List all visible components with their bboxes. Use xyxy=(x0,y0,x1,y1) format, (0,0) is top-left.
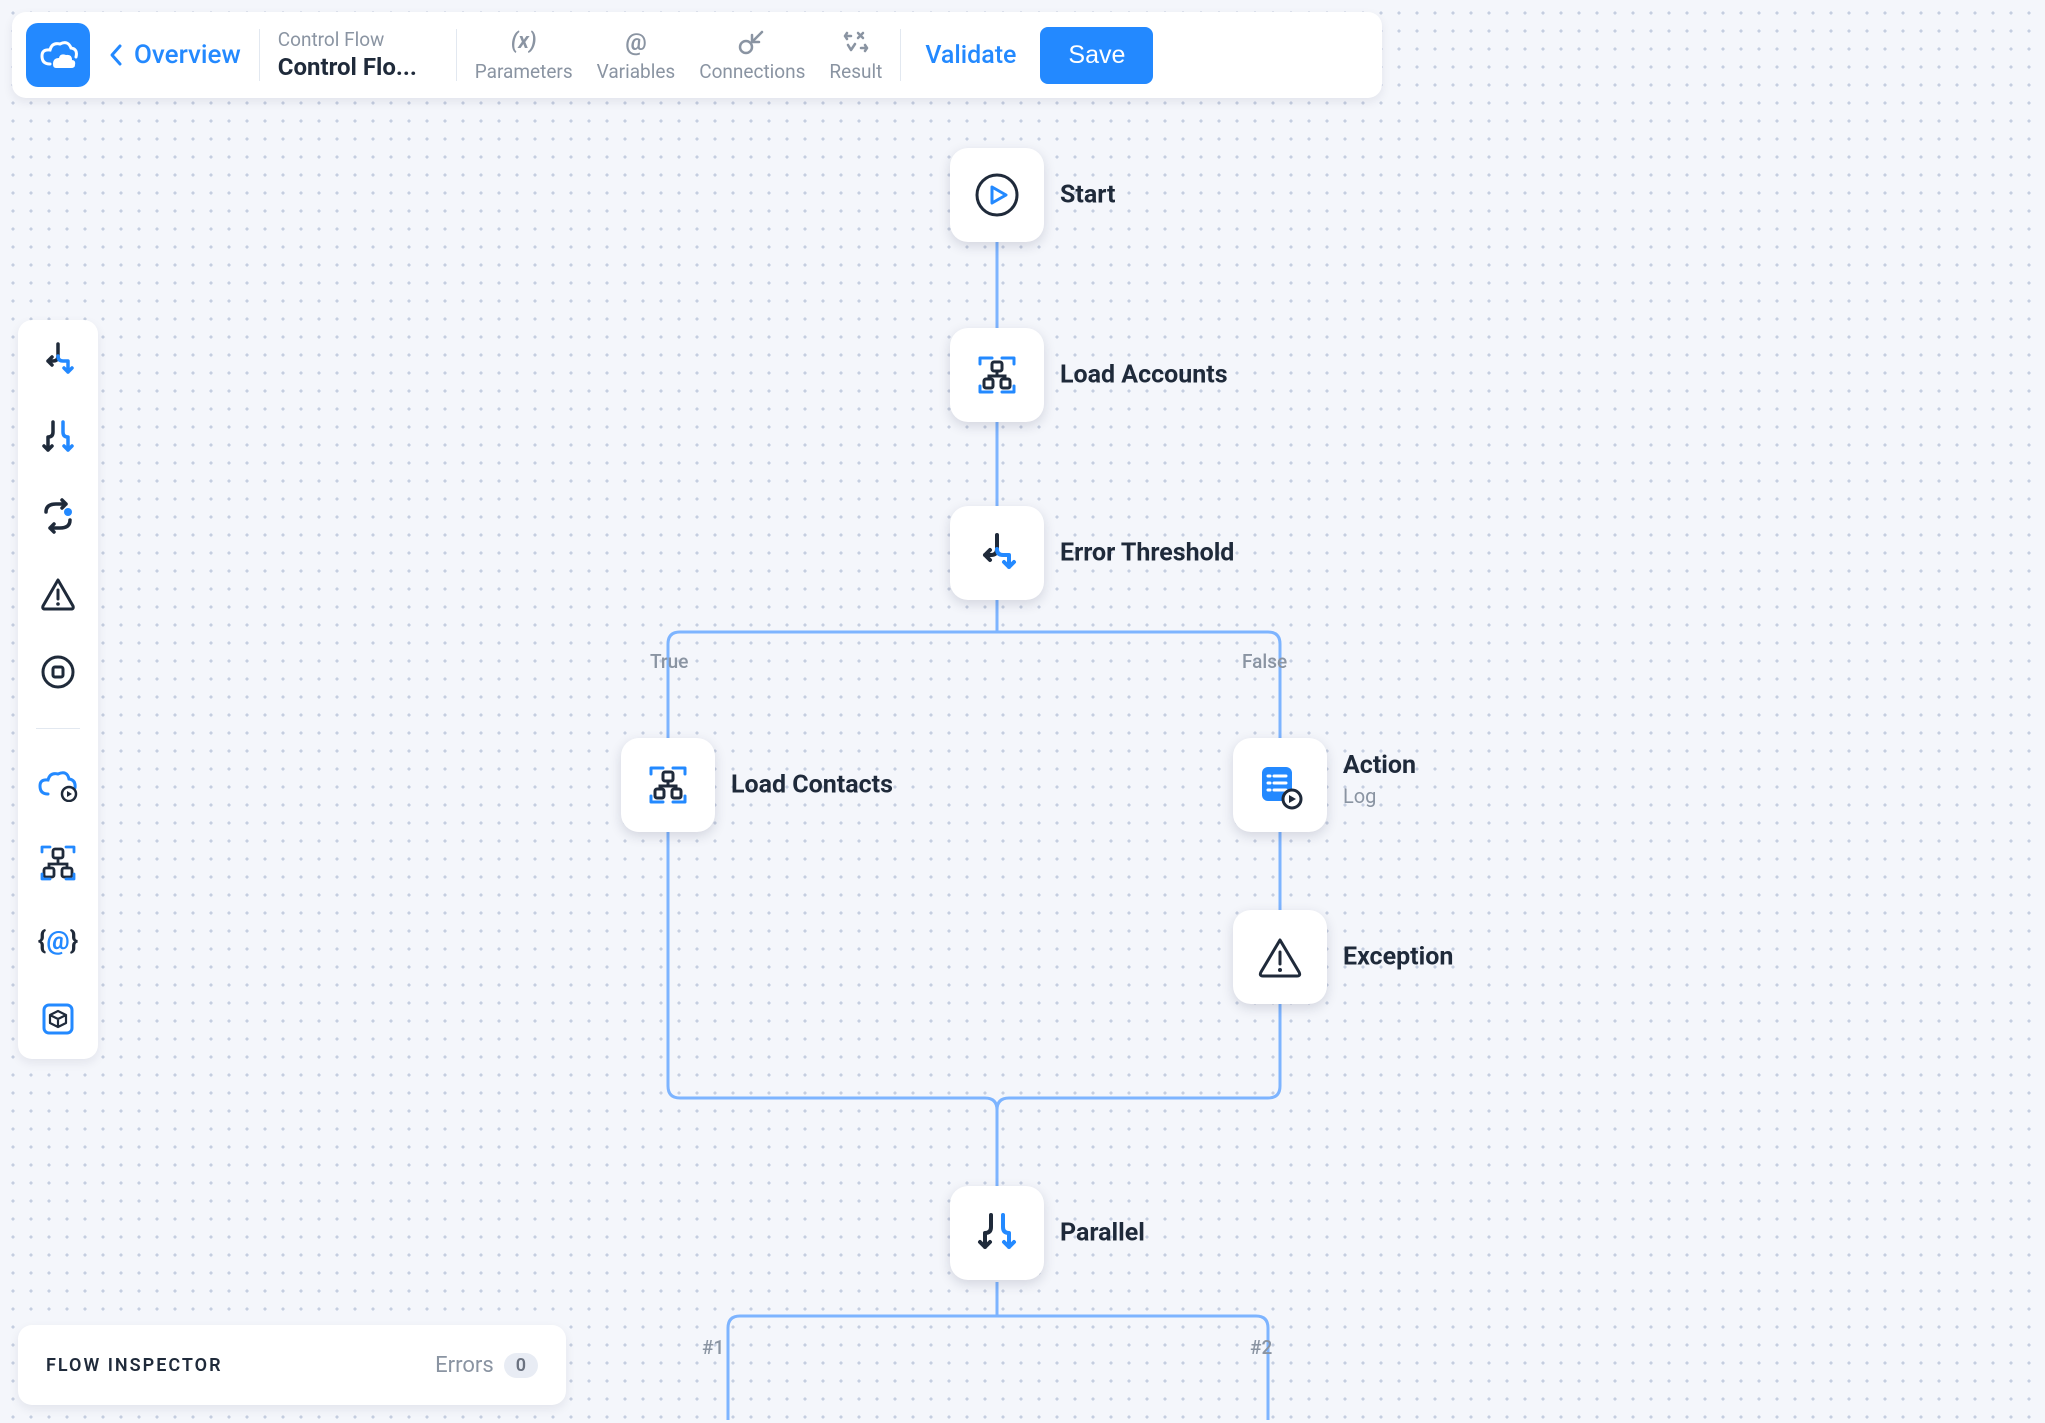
node-error-threshold[interactable]: Error Threshold xyxy=(950,506,1044,600)
node-action[interactable]: Action Log xyxy=(1233,738,1327,832)
loop-icon xyxy=(38,496,78,536)
palette-loop[interactable] xyxy=(36,494,80,538)
parameters-icon: (x) xyxy=(511,28,537,56)
toolbar-actions: (x) Parameters @ Variables Connections R… xyxy=(475,28,883,83)
org-chart-icon xyxy=(39,844,77,882)
parallel-icon xyxy=(971,1207,1023,1259)
divider xyxy=(456,29,457,81)
node-label: Error Threshold xyxy=(1060,539,1234,568)
branch-label-2: #2 xyxy=(1250,1336,1272,1359)
org-chart-icon xyxy=(972,350,1022,400)
branch-label-1: #1 xyxy=(702,1336,724,1359)
warning-icon xyxy=(39,575,77,613)
breadcrumb-title: Control Flo... xyxy=(278,52,438,82)
inspector-errors[interactable]: Errors 0 xyxy=(435,1353,538,1378)
org-chart-icon xyxy=(643,760,693,810)
result-icon xyxy=(841,28,871,56)
cloud-icon xyxy=(38,40,78,70)
node-parallel[interactable]: Parallel xyxy=(950,1186,1044,1280)
connections-icon xyxy=(738,28,766,56)
action-parameters[interactable]: (x) Parameters xyxy=(475,28,573,83)
breadcrumb[interactable]: Control Flow Control Flo... xyxy=(278,28,438,82)
palette-conditional[interactable] xyxy=(36,338,80,382)
variables-icon: @ xyxy=(625,28,647,56)
overview-label: Overview xyxy=(134,40,241,70)
start-icon xyxy=(972,170,1022,220)
palette-exception[interactable] xyxy=(36,572,80,616)
conditional-icon xyxy=(38,340,78,380)
palette-variable[interactable]: {@} xyxy=(36,919,80,963)
node-label: Load Contacts xyxy=(731,771,893,800)
action-result[interactable]: Result xyxy=(829,28,882,83)
errors-label: Errors xyxy=(435,1353,494,1378)
stop-icon xyxy=(39,653,77,691)
validate-button[interactable]: Validate xyxy=(925,41,1016,70)
flow-inspector[interactable]: FLOW INSPECTOR Errors 0 xyxy=(18,1325,566,1405)
palette-tenant[interactable] xyxy=(36,841,80,885)
errors-count-badge: 0 xyxy=(504,1353,538,1378)
node-sublabel: Log xyxy=(1343,784,1416,808)
breadcrumb-category: Control Flow xyxy=(278,28,438,52)
palette-cloud-run[interactable] xyxy=(36,763,80,807)
app-logo[interactable] xyxy=(26,23,90,87)
node-load-contacts[interactable]: Load Contacts xyxy=(621,738,715,832)
overview-link[interactable]: Overview xyxy=(108,40,241,70)
palette-divider xyxy=(36,728,80,729)
cloud-run-icon xyxy=(37,768,79,802)
inspector-title: FLOW INSPECTOR xyxy=(46,1355,223,1376)
conditional-icon xyxy=(971,527,1023,579)
action-variables[interactable]: @ Variables xyxy=(597,28,676,83)
package-icon xyxy=(39,1000,77,1038)
node-label: Load Accounts xyxy=(1060,361,1228,390)
divider xyxy=(900,29,901,81)
action-connections[interactable]: Connections xyxy=(699,28,805,83)
node-label: Parallel xyxy=(1060,1219,1145,1248)
warning-icon xyxy=(1255,932,1305,982)
node-start[interactable]: Start xyxy=(950,148,1044,242)
node-label: Start xyxy=(1060,181,1115,210)
palette-package[interactable] xyxy=(36,997,80,1041)
save-button[interactable]: Save xyxy=(1040,27,1153,84)
action-log-icon xyxy=(1254,759,1306,811)
branch-label-false: False xyxy=(1242,650,1287,673)
node-label: Action Log xyxy=(1343,751,1416,808)
divider xyxy=(259,29,260,81)
variable-icon: {@} xyxy=(38,926,78,956)
parallel-icon xyxy=(38,418,78,458)
chevron-left-icon xyxy=(108,42,124,68)
node-palette: {@} xyxy=(18,320,98,1059)
palette-stop[interactable] xyxy=(36,650,80,694)
palette-parallel[interactable] xyxy=(36,416,80,460)
flow-layer: Start Load Accounts Error Threshold Load… xyxy=(0,0,2045,1423)
node-exception[interactable]: Exception xyxy=(1233,910,1327,1004)
node-load-accounts[interactable]: Load Accounts xyxy=(950,328,1044,422)
branch-label-true: True xyxy=(650,650,688,673)
node-label: Exception xyxy=(1343,943,1453,972)
top-bar: Overview Control Flow Control Flo... (x)… xyxy=(12,12,1382,98)
